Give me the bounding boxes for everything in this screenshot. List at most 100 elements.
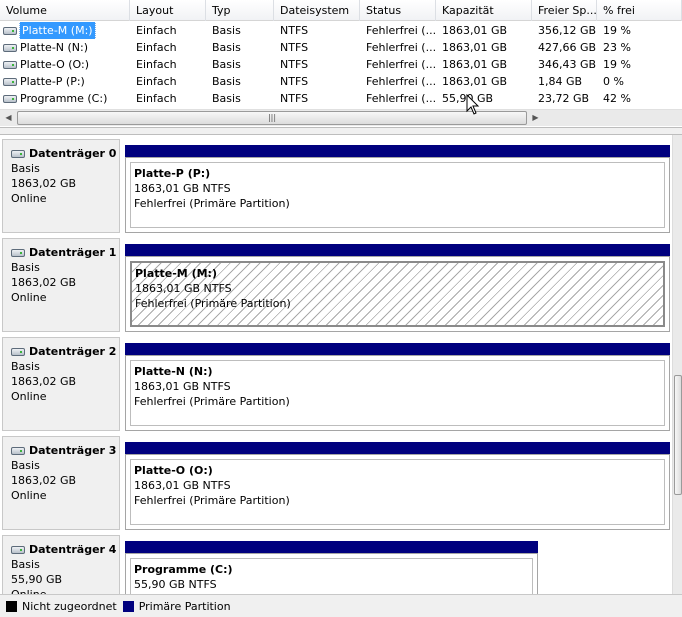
- column-header-status[interactable]: Status: [360, 0, 436, 21]
- disk-type: Basis: [11, 261, 40, 274]
- column-header-prozent-frei[interactable]: % frei: [597, 0, 682, 21]
- column-header-volume[interactable]: Volume: [0, 0, 130, 21]
- hard-disk-icon: [11, 248, 25, 257]
- disk-state: Online: [11, 587, 119, 594]
- hard-disk-icon: [11, 347, 25, 356]
- volume-name: Programme (C:): [20, 92, 108, 105]
- disk-name: Datenträger 2: [29, 345, 117, 358]
- partition-size-fs: 1863,01 GB NTFS: [134, 182, 231, 195]
- column-header-freier-speicher[interactable]: Freier Sp...: [532, 0, 597, 21]
- disk-title: Datenträger 1: [11, 245, 119, 260]
- partition-name: Platte-P (P:): [134, 167, 211, 180]
- cell-filesystem: NTFS: [280, 24, 309, 37]
- partition-color-bar: [125, 442, 670, 454]
- disk-map: Datenträger 0 Basis 1863,02 GB Online Platte…: [0, 135, 682, 594]
- cell-filesystem: NTFS: [280, 41, 309, 54]
- volume-name: Platte-O (O:): [20, 58, 90, 71]
- drive-icon: [3, 43, 17, 52]
- disk-title: Datenträger 2: [11, 344, 119, 359]
- volume-name: Platte-N (N:): [20, 41, 89, 54]
- scroll-right-arrow-icon[interactable]: ▶: [527, 110, 544, 126]
- partition-block[interactable]: Platte-N (N:) 1863,01 GB NTFS Fehlerfrei (…: [125, 355, 670, 431]
- partition-status: Fehlerfrei (Primäre Partition): [134, 395, 290, 408]
- disk-type: Basis: [11, 558, 40, 571]
- column-header-kapazitaet[interactable]: Kapazität: [436, 0, 532, 21]
- partition-size-fs: 1863,01 GB NTFS: [134, 380, 231, 393]
- cell-status: Fehlerfrei (...: [366, 75, 436, 88]
- partition-name: Platte-O (O:): [134, 464, 213, 477]
- partition-name: Platte-M (M:): [135, 267, 217, 280]
- disk-state: Online: [11, 489, 47, 502]
- cell-capacity: 55,90 GB: [442, 92, 494, 105]
- partition-block[interactable]: Platte-O (O:) 1863,01 GB NTFS Fehlerfrei (…: [125, 454, 670, 530]
- partition-size-fs: 1863,01 GB NTFS: [134, 479, 231, 492]
- partition-block[interactable]: Platte-M (M:) 1863,01 GB NTFS Fehlerfrei (…: [125, 256, 670, 332]
- legend-label-primary: Primäre Partition: [138, 599, 231, 613]
- scrollbar-thumb[interactable]: |||: [17, 111, 527, 125]
- disk-info-panel[interactable]: Datenträger 0 Basis 1863,02 GB Online: [2, 139, 120, 233]
- partition-name: Platte-N (N:): [134, 365, 213, 378]
- cell-type: Basis: [212, 75, 241, 88]
- vertical-scrollbar-thumb[interactable]: [674, 375, 682, 495]
- cell-capacity: 1863,01 GB: [442, 58, 508, 71]
- table-row[interactable]: Programme (C:) Einfach Basis NTFS Fehlerfrei…: [0, 90, 682, 107]
- disk-state: Online: [11, 390, 47, 403]
- scroll-left-arrow-icon[interactable]: ◀: [0, 110, 17, 126]
- column-header-layout[interactable]: Layout: [130, 0, 206, 21]
- volume-rows: Platte-M (M:) Einfach Basis NTFS Fehlerfrei …: [0, 22, 682, 107]
- table-row[interactable]: Platte-M (M:) Einfach Basis NTFS Fehlerfrei …: [0, 22, 682, 39]
- cell-filesystem: NTFS: [280, 75, 309, 88]
- cell-percent-free: 19 %: [603, 58, 631, 71]
- disk-state: Online: [11, 291, 47, 304]
- partition-color-bar: [125, 541, 538, 553]
- column-header-typ[interactable]: Typ: [206, 0, 274, 21]
- partition-color-bar: [125, 145, 670, 157]
- disk-info-panel[interactable]: Datenträger 2 Basis 1863,02 GB Online: [2, 337, 120, 431]
- legend-swatch-unallocated: [6, 600, 17, 612]
- cell-type: Basis: [212, 58, 241, 71]
- partition-size-fs: 55,90 GB NTFS: [134, 578, 217, 591]
- partition-status: Fehlerfrei (Primäre Partition): [134, 494, 290, 507]
- legend-item-unallocated: Nicht zugeordnet: [6, 600, 117, 613]
- drive-icon: [3, 94, 17, 103]
- pane-splitter[interactable]: [0, 127, 682, 135]
- legend-swatch-primary: [122, 600, 134, 612]
- cell-free-space: 356,12 GB: [538, 24, 597, 37]
- hard-disk-icon: [11, 446, 25, 455]
- cell-layout: Einfach: [136, 92, 177, 105]
- cell-volume: Platte-M (M:): [0, 22, 130, 39]
- disk-name: Datenträger 3: [29, 444, 117, 457]
- vertical-scrollbar[interactable]: [672, 135, 682, 594]
- cell-volume: Platte-P (P:): [0, 73, 130, 90]
- table-row[interactable]: Platte-O (O:) Einfach Basis NTFS Fehlerfrei …: [0, 56, 682, 73]
- column-header-dateisystem[interactable]: Dateisystem: [274, 0, 360, 21]
- disk-info-panel[interactable]: Datenträger 4 Basis 55,90 GBOnline: [2, 535, 120, 594]
- cell-percent-free: 42 %: [603, 92, 631, 105]
- partition-block[interactable]: Programme (C:)55,90 GB NTFSFehlerfrei (P…: [125, 553, 538, 594]
- disk-info-panel[interactable]: Datenträger 3 Basis 1863,02 GB Online: [2, 436, 120, 530]
- cell-percent-free: 19 %: [603, 24, 631, 37]
- partition-block[interactable]: Platte-P (P:) 1863,01 GB NTFS Fehlerfrei (…: [125, 157, 670, 233]
- disk-row: Datenträger 1 Basis 1863,02 GB Online Platte…: [0, 234, 672, 333]
- table-row[interactable]: Platte-P (P:) Einfach Basis NTFS Fehlerfrei …: [0, 73, 682, 90]
- hard-disk-icon: [11, 149, 25, 158]
- volume-name: Platte-P (P:): [20, 75, 85, 88]
- disk-info-panel[interactable]: Datenträger 1 Basis 1863,02 GB Online: [2, 238, 120, 332]
- cell-free-space: 1,84 GB: [538, 75, 583, 88]
- volume-list: Volume Layout Typ Dateisystem Status Kap…: [0, 0, 682, 127]
- table-row[interactable]: Platte-N (N:) Einfach Basis NTFS Fehlerfrei …: [0, 39, 682, 56]
- legend-item-primary: Primäre Partition: [122, 599, 231, 613]
- disk-size: 1863,02 GB: [11, 375, 77, 388]
- cell-filesystem: NTFS: [280, 58, 309, 71]
- cell-capacity: 1863,01 GB: [442, 75, 508, 88]
- cell-volume: Programme (C:): [0, 90, 130, 107]
- disk-type: Basis: [11, 162, 40, 175]
- hard-disk-icon: [11, 545, 25, 554]
- cell-volume: Platte-N (N:): [0, 39, 130, 56]
- disk-type: Basis: [11, 459, 40, 472]
- horizontal-scrollbar[interactable]: ◀ ||| ▶: [0, 109, 682, 126]
- disk-size: 1863,02 GB: [11, 474, 77, 487]
- partition-details: Platte-N (N:) 1863,01 GB NTFS Fehlerfrei (…: [130, 360, 665, 426]
- disk-size: 1863,02 GB: [11, 276, 77, 289]
- disk-row: Datenträger 2 Basis 1863,02 GB Online Platte…: [0, 333, 672, 432]
